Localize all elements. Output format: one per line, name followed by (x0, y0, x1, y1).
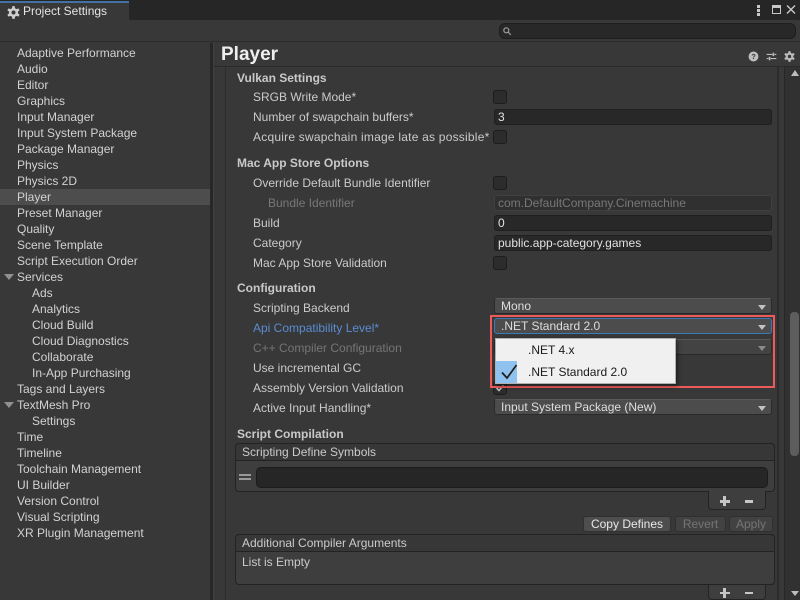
svg-text:?: ? (751, 53, 755, 61)
